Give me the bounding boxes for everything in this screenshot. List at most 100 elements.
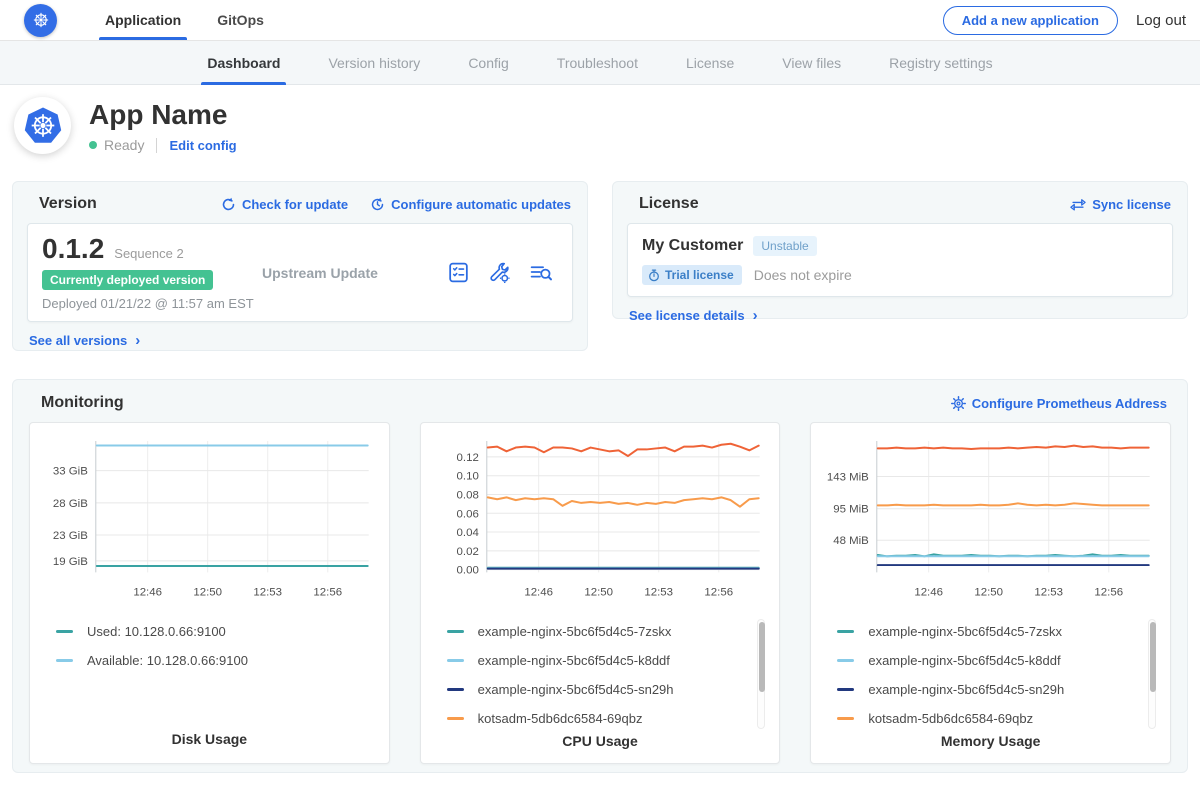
- refresh-icon: [221, 197, 236, 212]
- legend-swatch: [447, 717, 464, 720]
- legend-label: example-nginx-5bc6f5d4c5-k8ddf: [868, 653, 1060, 668]
- tab-view-files[interactable]: View files: [758, 41, 865, 84]
- preflight-checks-icon[interactable]: [446, 260, 471, 285]
- chevron-right-icon: ›: [753, 307, 758, 324]
- status-dot: [89, 141, 97, 149]
- tab-application[interactable]: Application: [87, 0, 199, 40]
- svg-text:48 MiB: 48 MiB: [834, 535, 870, 547]
- svg-text:23 GiB: 23 GiB: [53, 530, 88, 542]
- legend-swatch: [56, 630, 73, 633]
- svg-text:143 MiB: 143 MiB: [827, 472, 869, 484]
- status-badge: Ready: [104, 137, 144, 153]
- configure-automatic-updates-link[interactable]: Configure automatic updates: [370, 197, 571, 212]
- legend-swatch: [447, 630, 464, 633]
- memory-usage-chart: 12:4612:5012:5312:5648 MiB95 MiB143 MiB: [823, 433, 1158, 613]
- page-title: App Name: [89, 99, 237, 131]
- scrollbar-thumb[interactable]: [1150, 622, 1156, 692]
- summary-cards-row: Version Check for update Configure au: [12, 181, 1188, 351]
- see-license-details-link[interactable]: See license details ›: [629, 307, 758, 324]
- legend-item: example-nginx-5bc6f5d4c5-sn29h: [447, 675, 768, 704]
- svg-text:95 MiB: 95 MiB: [834, 504, 870, 516]
- sync-icon: [1070, 197, 1086, 211]
- cpu-usage-card: 12:4612:5012:5312:560.000.020.040.060.08…: [420, 422, 781, 764]
- app-logo: [14, 97, 71, 154]
- legend-item: example-nginx-5bc6f5d4c5-sn29h: [837, 675, 1158, 704]
- charts-row: 12:4612:5012:5312:5619 GiB23 GiB28 GiB33…: [29, 422, 1171, 764]
- current-version-box: 0.1.2 Sequence 2 Currently deployed vers…: [27, 223, 573, 322]
- view-diff-icon[interactable]: [528, 260, 554, 285]
- tab-view-files-label: View files: [782, 55, 841, 71]
- top-nav-right: Add a new application Log out: [943, 0, 1200, 40]
- tab-license[interactable]: License: [662, 41, 758, 84]
- sync-license-link[interactable]: Sync license: [1070, 197, 1171, 212]
- legend-label: example-nginx-5bc6f5d4c5-sn29h: [868, 682, 1064, 697]
- legend-item: Available: 10.128.0.66:9100: [56, 646, 377, 675]
- see-all-versions-link[interactable]: See all versions ›: [29, 332, 140, 349]
- svg-text:12:53: 12:53: [253, 586, 282, 598]
- legend-item: example-nginx-5bc6f5d4c5-7zskx: [447, 617, 768, 646]
- svg-text:12:53: 12:53: [644, 586, 673, 598]
- tab-version-history-label: Version history: [328, 55, 420, 71]
- license-details-box: My Customer Unstable Trial license Does …: [627, 223, 1173, 297]
- version-number: 0.1.2: [42, 235, 104, 263]
- sync-license-label: Sync license: [1092, 197, 1171, 212]
- svg-text:12:53: 12:53: [1035, 586, 1064, 598]
- version-card: Version Check for update Configure au: [12, 181, 588, 351]
- tab-troubleshoot[interactable]: Troubleshoot: [533, 41, 662, 84]
- trial-license-badge: Trial license: [642, 265, 742, 285]
- scrollbar-thumb[interactable]: [759, 622, 765, 692]
- cpu-usage-chart: 12:4612:5012:5312:560.000.020.040.060.08…: [433, 433, 768, 613]
- svg-text:0.04: 0.04: [456, 527, 479, 539]
- svg-text:12:56: 12:56: [1095, 586, 1124, 598]
- disk-usage-title: Disk Usage: [42, 731, 377, 751]
- tab-registry-settings-label: Registry settings: [889, 55, 992, 71]
- tab-registry-settings[interactable]: Registry settings: [865, 41, 1016, 84]
- legend-swatch: [837, 688, 854, 691]
- legend-label: kotsadm-5db6dc6584-69qbz: [478, 711, 643, 726]
- kubernetes-app-icon: [23, 106, 63, 146]
- license-card: License Sync license My Customer Unstabl…: [612, 181, 1188, 319]
- memory-usage-title: Memory Usage: [823, 733, 1158, 753]
- kubernetes-logo[interactable]: [24, 0, 57, 40]
- tab-version-history[interactable]: Version history: [304, 41, 444, 84]
- svg-text:0.08: 0.08: [456, 489, 478, 501]
- legend-swatch: [837, 630, 854, 633]
- tab-gitops[interactable]: GitOps: [199, 0, 282, 40]
- cpu-usage-legend: example-nginx-5bc6f5d4c5-7zskxexample-ng…: [433, 617, 768, 733]
- legend-swatch: [56, 659, 73, 662]
- svg-text:12:50: 12:50: [584, 586, 613, 598]
- configure-automatic-updates-label: Configure automatic updates: [391, 197, 571, 212]
- tab-config[interactable]: Config: [444, 41, 532, 84]
- deployed-badge: Currently deployed version: [42, 270, 213, 290]
- legend-swatch: [837, 659, 854, 662]
- tab-dashboard[interactable]: Dashboard: [183, 41, 304, 84]
- disk-usage-card: 12:4612:5012:5312:5619 GiB23 GiB28 GiB33…: [29, 422, 390, 764]
- svg-text:0.06: 0.06: [456, 508, 478, 520]
- trial-license-label: Trial license: [665, 268, 734, 282]
- legend-label: kotsadm-5db6dc6584-69qbz: [868, 711, 1033, 726]
- svg-text:0.02: 0.02: [456, 546, 478, 558]
- add-application-button[interactable]: Add a new application: [943, 6, 1118, 35]
- deployed-timestamp: Deployed 01/21/22 @ 11:57 am EST: [42, 296, 262, 311]
- legend-swatch: [447, 688, 464, 691]
- top-nav: Application GitOps Add a new application…: [0, 0, 1200, 41]
- tab-license-label: License: [686, 55, 734, 71]
- legend-item: example-nginx-5bc6f5d4c5-k8ddf: [447, 646, 768, 675]
- legend-scrollbar: [757, 619, 765, 729]
- logout-button[interactable]: Log out: [1136, 12, 1186, 29]
- disk-usage-chart: 12:4612:5012:5312:5619 GiB23 GiB28 GiB33…: [42, 433, 377, 613]
- disk-usage-legend: Used: 10.128.0.66:9100Available: 10.128.…: [42, 617, 377, 679]
- monitoring-title: Monitoring: [41, 394, 124, 412]
- svg-text:12:56: 12:56: [313, 586, 342, 598]
- configure-prometheus-label: Configure Prometheus Address: [972, 396, 1167, 411]
- version-card-title: Version: [39, 195, 97, 213]
- svg-text:19 GiB: 19 GiB: [53, 556, 88, 568]
- legend-swatch: [447, 659, 464, 662]
- configure-prometheus-link[interactable]: Configure Prometheus Address: [951, 396, 1167, 411]
- legend-label: example-nginx-5bc6f5d4c5-sn29h: [478, 682, 674, 697]
- svg-text:12:50: 12:50: [193, 586, 222, 598]
- version-sequence: Sequence 2: [114, 246, 183, 261]
- check-for-update-link[interactable]: Check for update: [221, 197, 348, 212]
- edit-config-values-icon[interactable]: [487, 260, 512, 285]
- edit-config-link[interactable]: Edit config: [169, 138, 236, 153]
